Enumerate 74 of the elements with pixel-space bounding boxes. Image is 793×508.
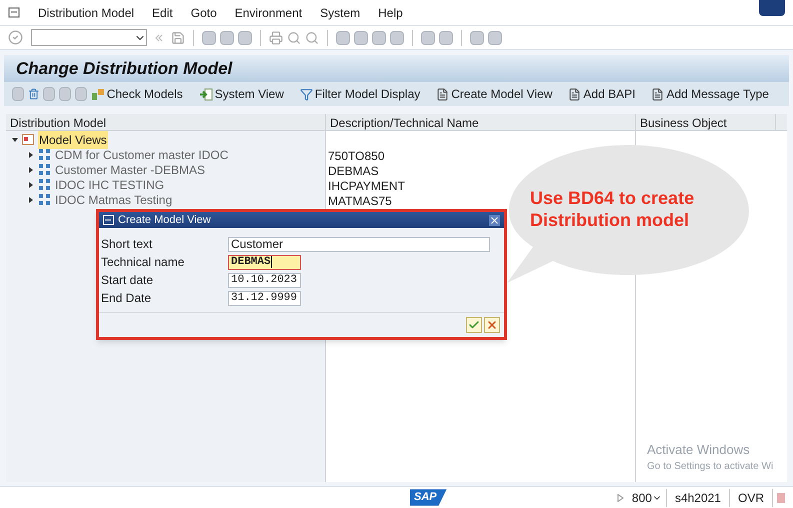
- input-field[interactable]: Customer: [228, 236, 490, 252]
- activation-title: Activate Windows: [647, 440, 751, 458]
- column-header[interactable]: Business Object: [636, 114, 776, 130]
- right-triangle-icon[interactable]: [28, 196, 34, 202]
- activation-text: Go to Settings to activate Wi: [647, 460, 774, 474]
- table-cell: MATMAS75: [328, 194, 392, 208]
- print-icon[interactable]: [269, 30, 283, 44]
- tree-node[interactable]: IDOC Matmas Testing: [55, 190, 172, 208]
- table-cell: DEBMAS: [328, 164, 379, 178]
- menu-item[interactable]: Edit: [152, 4, 173, 22]
- system-name: s4h2021: [666, 488, 730, 506]
- sap-logo: SAP: [410, 489, 447, 506]
- tree-node[interactable]: IDOC IHC TESTING: [55, 176, 164, 194]
- folder-icon: [22, 134, 34, 145]
- tree-node[interactable]: Customer Master -DEBMAS: [55, 160, 206, 178]
- filter-icon: [300, 88, 313, 100]
- toolbar-button[interactable]: Add BAPI: [568, 85, 636, 103]
- right-triangle-icon[interactable]: [28, 166, 34, 172]
- document-icon: [436, 88, 450, 100]
- network-icon: [38, 193, 51, 206]
- cross-icon: [486, 319, 498, 331]
- right-triangle-icon[interactable]: [28, 182, 34, 188]
- toolbar-button[interactable]: System View: [198, 85, 284, 103]
- menu-item[interactable]: Goto: [190, 4, 217, 22]
- blocks-icon: [90, 88, 105, 100]
- search-next-icon[interactable]: [305, 30, 319, 44]
- input-field[interactable]: DEBMAS: [228, 254, 301, 270]
- toolbar-button[interactable]: Add Message Type: [651, 85, 769, 103]
- toolbar-button[interactable]: Check Models: [90, 85, 183, 103]
- table-cell: IHCPAYMENT: [328, 179, 405, 193]
- column-header[interactable]: Distribution Model: [6, 114, 326, 130]
- play-icon[interactable]: [616, 494, 624, 502]
- document-icon: [568, 88, 582, 100]
- column-header[interactable]: Description/Technical Name: [326, 114, 636, 130]
- table-cell: 750TO850: [328, 149, 384, 163]
- save-icon[interactable]: [171, 30, 185, 44]
- menu-item[interactable]: Environment: [234, 4, 302, 22]
- enter-icon[interactable]: [8, 30, 23, 45]
- toolbar-button[interactable]: Filter Model Display: [300, 85, 420, 103]
- down-triangle-icon[interactable]: [12, 136, 18, 142]
- menu-item[interactable]: Distribution Model: [38, 4, 134, 22]
- input-mode: OVR: [730, 488, 773, 506]
- field-label: Start date: [100, 272, 154, 289]
- dialog-title: Create Model View: [118, 212, 212, 228]
- menu-item[interactable]: System: [320, 4, 360, 22]
- network-icon: [38, 148, 51, 161]
- dialog-icon: [103, 215, 114, 225]
- callout-text: Use BD64 to create Distribution model: [530, 187, 696, 231]
- right-triangle-icon[interactable]: [28, 152, 34, 158]
- input-field[interactable]: 10.10.2023: [228, 272, 301, 288]
- check-icon: [468, 319, 480, 331]
- chart-icon[interactable]: [777, 492, 785, 502]
- arrow-in-icon: [198, 88, 213, 100]
- field-label: End Date: [100, 290, 152, 307]
- command-field[interactable]: [31, 29, 147, 46]
- menu-item[interactable]: Help: [378, 4, 403, 22]
- field-label: Technical name: [100, 254, 186, 271]
- menu-icon[interactable]: [8, 7, 20, 18]
- screen-title: Change Distribution Model: [16, 58, 232, 80]
- client-dropdown[interactable]: 800: [632, 488, 667, 506]
- double-chevron-icon[interactable]: [155, 34, 163, 42]
- confirm-button[interactable]: [466, 317, 482, 333]
- cancel-button[interactable]: [484, 317, 500, 333]
- field-label: Short text: [100, 236, 154, 253]
- delete-icon[interactable]: [28, 87, 40, 101]
- network-icon: [38, 163, 51, 176]
- input-field[interactable]: 31.12.9999: [228, 290, 301, 306]
- toolbar-button[interactable]: Create Model View: [436, 85, 552, 103]
- tree-node[interactable]: Model Views: [38, 130, 108, 148]
- close-icon[interactable]: [489, 214, 500, 226]
- network-icon: [38, 178, 51, 191]
- document-icon: [651, 88, 664, 100]
- search-icon[interactable]: [287, 30, 301, 44]
- tree-node[interactable]: CDM for Customer master IDOC: [55, 146, 228, 164]
